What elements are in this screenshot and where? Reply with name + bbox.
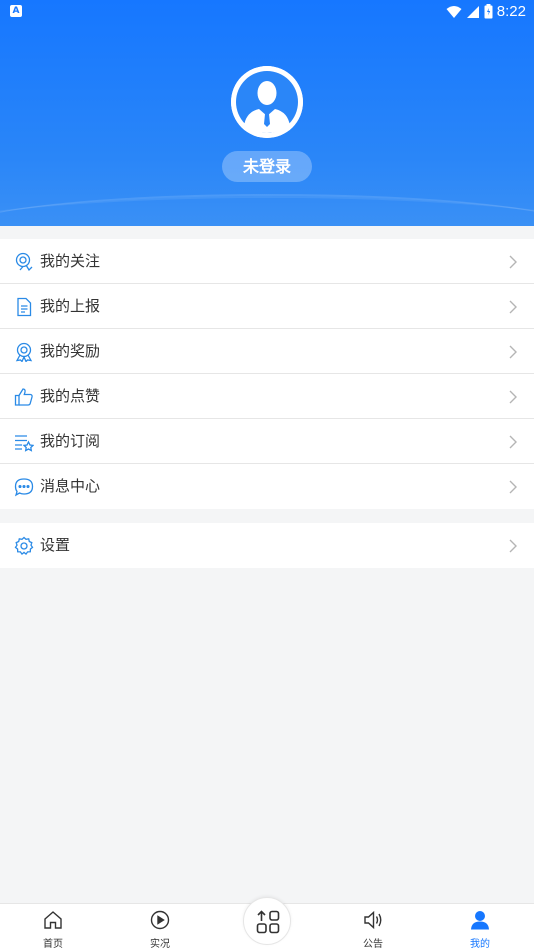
home-icon [44, 911, 62, 929]
document-icon [17, 297, 32, 317]
chevron-right-icon [509, 435, 517, 449]
menu-item-label: 消息中心 [40, 477, 101, 495]
chevron-right-icon [509, 255, 517, 269]
nav-tab-live[interactable]: 实况 [120, 904, 200, 950]
chevron-right-icon [509, 480, 517, 494]
menu-item-label: 我的奖励 [40, 342, 101, 360]
login-button[interactable]: 未登录 [222, 151, 312, 182]
apps-upload-icon [256, 910, 280, 934]
menu-item-my-rewards[interactable]: 我的奖励 [0, 329, 534, 374]
signal-icon [466, 5, 479, 18]
gear-icon [14, 536, 34, 556]
play-icon [150, 910, 170, 930]
nav-tab-label: 我的 [470, 939, 490, 950]
battery-icon [484, 4, 493, 19]
menu-group-main: 我的关注 我的上报 我的奖励 我的点赞 我的订阅 消息中心 [0, 239, 534, 509]
menu-item-label: 设置 [40, 536, 71, 554]
profile-header: A 8:22 未登录 [0, 0, 534, 226]
wifi-icon [446, 5, 462, 18]
status-bar: A 8:22 [0, 0, 534, 24]
center-action-button[interactable] [243, 897, 291, 945]
follow-icon [15, 252, 33, 272]
menu-item-my-reports[interactable]: 我的上报 [0, 284, 534, 329]
menu-item-my-subscriptions[interactable]: 我的订阅 [0, 419, 534, 464]
menu-item-my-likes[interactable]: 我的点赞 [0, 374, 534, 419]
menu-item-label: 我的关注 [40, 252, 101, 270]
chevron-right-icon [509, 300, 517, 314]
avatar[interactable] [231, 66, 303, 138]
status-time: 8:22 [496, 3, 526, 20]
award-icon [15, 342, 33, 362]
nav-tab-home[interactable]: 首页 [13, 904, 93, 950]
subscribe-icon [15, 435, 34, 452]
nav-tab-label: 公告 [363, 939, 383, 950]
chevron-right-icon [509, 539, 517, 553]
nav-tab-label: 实况 [150, 939, 170, 950]
menu-item-settings[interactable]: 设置 [0, 523, 534, 568]
nav-tab-announcements[interactable]: 公告 [333, 904, 413, 950]
speaker-icon [364, 910, 382, 930]
message-icon [14, 478, 34, 497]
menu-item-label: 我的上报 [40, 297, 101, 315]
menu-item-label: 我的订阅 [40, 432, 101, 450]
menu-group-settings: 设置 [0, 523, 534, 568]
default-user-avatar-icon [231, 66, 303, 138]
thumbs-up-icon [14, 388, 33, 406]
menu-item-message-center[interactable]: 消息中心 [0, 464, 534, 509]
menu-item-my-follows[interactable]: 我的关注 [0, 239, 534, 284]
menu-item-label: 我的点赞 [40, 387, 101, 405]
chevron-right-icon [509, 345, 517, 359]
chevron-right-icon [509, 390, 517, 404]
person-icon [471, 911, 489, 930]
app-notification-icon: A [10, 5, 22, 17]
nav-tab-label: 首页 [43, 939, 63, 950]
nav-tab-mine[interactable]: 我的 [440, 904, 520, 950]
